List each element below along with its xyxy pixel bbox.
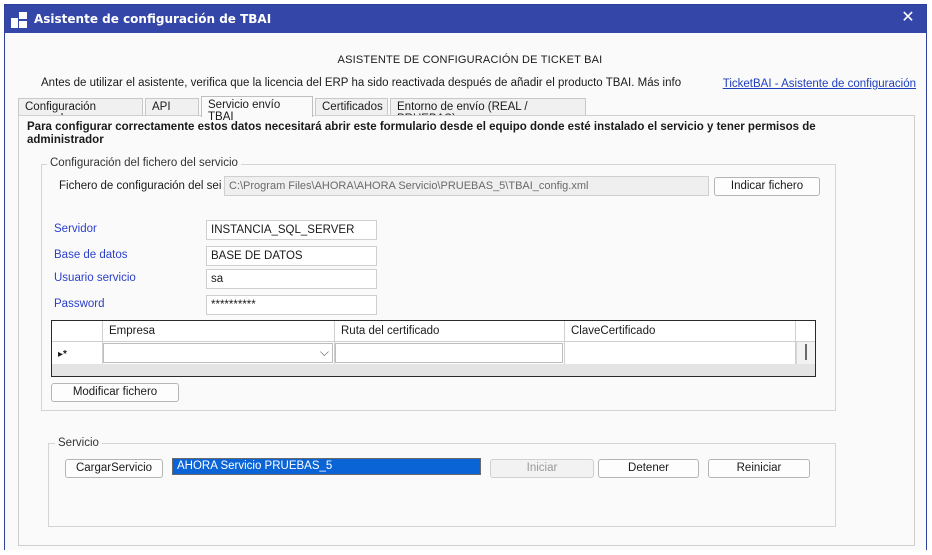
- grid-corner-header: [52, 321, 103, 342]
- config-file-group-title: Configuración del fichero del servicio: [47, 157, 241, 169]
- config-file-path-field: C:\Program Files\AHORA\AHORA Servicio\PR…: [224, 176, 709, 196]
- tab-configuracion-general[interactable]: Configuración general: [18, 98, 143, 125]
- license-info-text: Antes de utilizar el asistente, verifica…: [41, 77, 682, 89]
- base-datos-field[interactable]: BASE DE DATOS: [206, 246, 377, 266]
- service-group-title: Servicio: [55, 437, 102, 449]
- app-icon: [11, 12, 27, 28]
- modificar-fichero-button[interactable]: Modificar fichero: [51, 383, 179, 402]
- help-link[interactable]: TicketBAI - Asistente de configuración: [723, 78, 916, 90]
- servidor-field[interactable]: INSTANCIA_SQL_SERVER: [206, 220, 377, 240]
- service-name-field[interactable]: AHORA Servicio PRUEBAS_5: [172, 458, 481, 475]
- tab-entorno-envio[interactable]: Entorno de envío (REAL / PRUEBAS): [390, 98, 586, 125]
- detener-button[interactable]: Detener: [598, 459, 699, 478]
- grid-cell-empresa[interactable]: ⌵: [103, 342, 335, 364]
- close-icon[interactable]: ✕: [900, 10, 916, 26]
- iniciar-button: Iniciar: [490, 459, 594, 478]
- ruta-certificado-input[interactable]: [335, 343, 563, 363]
- password-field[interactable]: **********: [206, 295, 377, 315]
- grid-vertical-scrollbar[interactable]: [796, 342, 815, 364]
- tab-certificados[interactable]: Certificados: [315, 98, 388, 116]
- grid-cell-clave[interactable]: [565, 342, 796, 364]
- grid-header-filler: [796, 321, 815, 342]
- certificates-grid: Empresa Ruta del certificado ClaveCertif…: [51, 320, 816, 377]
- dropdown-chevron-icon[interactable]: ⌵: [320, 345, 329, 360]
- scrollbar-thumb[interactable]: [805, 344, 807, 360]
- grid-header-clave[interactable]: ClaveCertificado: [565, 321, 796, 342]
- cargar-servicio-button[interactable]: CargarServicio: [65, 459, 163, 478]
- reiniciar-button[interactable]: Reiniciar: [708, 459, 810, 478]
- permissions-warning: Para configurar correctamente estos dato…: [27, 121, 816, 146]
- usuario-servicio-label: Usuario servicio: [54, 272, 136, 284]
- base-datos-label: Base de datos: [54, 249, 128, 261]
- usuario-servicio-field[interactable]: sa: [206, 269, 377, 289]
- tab-servicio-envio-tbai[interactable]: Servicio envío TBAI: [201, 96, 313, 123]
- tab-api[interactable]: API: [145, 98, 199, 116]
- grid-header-ruta[interactable]: Ruta del certificado: [335, 321, 565, 342]
- wizard-window: Asistente de configuración de TBAI ✕ ASI…: [4, 4, 927, 550]
- grid-cell-ruta[interactable]: [335, 342, 565, 364]
- servidor-label: Servidor: [54, 223, 97, 235]
- grid-header-empresa[interactable]: Empresa: [103, 321, 335, 342]
- new-row-marker: ▸*: [58, 349, 67, 360]
- service-group: [48, 443, 836, 527]
- window-title: Asistente de configuración de TBAI: [34, 12, 272, 26]
- config-file-label: Fichero de configuración del sei: [59, 180, 222, 192]
- page-title: ASISTENTE DE CONFIGURACIÓN DE TICKET BAI: [337, 54, 603, 66]
- empresa-combobox[interactable]: ⌵: [103, 343, 333, 363]
- title-bar[interactable]: Asistente de configuración de TBAI ✕: [5, 5, 926, 33]
- indicar-fichero-button[interactable]: Indicar fichero: [714, 177, 820, 196]
- password-label: Password: [54, 298, 105, 310]
- wizard-body: ASISTENTE DE CONFIGURACIÓN DE TICKET BAI…: [5, 33, 926, 550]
